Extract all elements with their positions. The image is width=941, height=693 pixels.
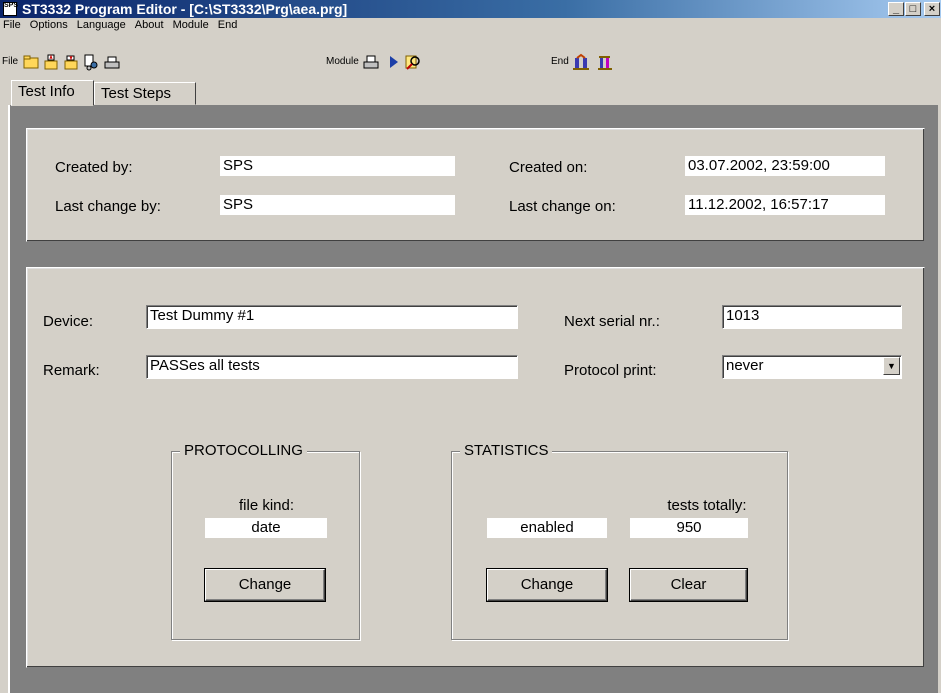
title-bar[interactable]: SPS ST3332 Program Editor - [C:\ST3332\P…: [0, 0, 941, 18]
toolbar-module-label: Module: [326, 56, 359, 67]
toolbar: File Module End: [0, 34, 941, 80]
protocolling-title: PROTOCOLLING: [180, 442, 307, 459]
statistics-change-button[interactable]: Change: [487, 569, 607, 601]
menu-language[interactable]: Language: [74, 18, 129, 32]
menu-bar: File Options Language About Module End: [0, 18, 941, 34]
created-on-label: Created on:: [509, 159, 588, 176]
protocol-print-select[interactable]: never ▼: [722, 355, 902, 379]
menu-options[interactable]: Options: [27, 18, 71, 32]
protocol-print-value: never: [726, 357, 764, 374]
file-kind-field: date: [205, 518, 327, 538]
window-title: ST3332 Program Editor - [C:\ST3332\Prg\a…: [22, 1, 348, 17]
maximize-button[interactable]: □: [905, 2, 921, 16]
statistics-clear-button[interactable]: Clear: [630, 569, 747, 601]
last-change-by-field: SPS: [220, 195, 455, 215]
menu-file[interactable]: File: [0, 18, 24, 32]
minimize-button[interactable]: _: [888, 2, 904, 16]
file-kind-label: file kind:: [238, 497, 295, 514]
last-change-on-label: Last change on:: [509, 198, 616, 215]
toolbar-end-label: End: [551, 56, 569, 67]
main-panel: Device: Test Dummy #1 Remark: PASSes all…: [26, 267, 925, 668]
toolbar-file-label: File: [2, 56, 19, 67]
device-label: Device:: [43, 313, 94, 330]
last-change-on-field: 11.12.2002, 16:57:17: [685, 195, 885, 215]
statistics-state-field: enabled: [487, 518, 607, 538]
protocol-print-label: Protocol print:: [564, 362, 657, 379]
statistics-group: STATISTICS tests totally: enabled 950 Ch…: [451, 442, 788, 640]
tab-test-info[interactable]: Test Info: [11, 80, 94, 106]
tab-test-steps[interactable]: Test Steps: [94, 82, 196, 105]
remark-label: Remark:: [43, 362, 100, 379]
device-input[interactable]: Test Dummy #1: [146, 305, 518, 329]
settings-file-icon[interactable]: [82, 53, 100, 71]
menu-end[interactable]: End: [215, 18, 241, 32]
created-on-field: 03.07.2002, 23:59:00: [685, 156, 885, 176]
tests-totally-field: 950: [630, 518, 748, 538]
menu-module[interactable]: Module: [170, 18, 212, 32]
menu-about[interactable]: About: [132, 18, 167, 32]
exit-door-small-icon[interactable]: [596, 53, 614, 71]
info-panel: Created by: SPS Last change by: SPS Crea…: [26, 128, 925, 242]
next-serial-label: Next serial nr.:: [564, 313, 660, 330]
created-by-label: Created by:: [55, 159, 133, 176]
exit-door-icon[interactable]: [572, 53, 590, 71]
protocolling-change-button[interactable]: Change: [205, 569, 325, 601]
module-print-icon[interactable]: [362, 53, 380, 71]
protocolling-group: PROTOCOLLING file kind: date Change: [171, 442, 360, 640]
chevron-down-icon[interactable]: ▼: [883, 357, 900, 375]
statistics-title: STATISTICS: [460, 442, 553, 459]
print-icon[interactable]: [103, 53, 121, 71]
close-button[interactable]: ×: [924, 2, 940, 16]
last-change-by-label: Last change by:: [55, 198, 161, 215]
next-serial-input[interactable]: 1013: [722, 305, 902, 329]
remark-input[interactable]: PASSes all tests: [146, 355, 518, 379]
new-file-icon[interactable]: [22, 53, 40, 71]
search-icon[interactable]: [404, 53, 422, 71]
app-icon[interactable]: SPS: [3, 2, 18, 16]
run-icon[interactable]: [384, 53, 402, 71]
open-file-icon[interactable]: [42, 53, 60, 71]
created-by-field: SPS: [220, 156, 455, 176]
save-file-icon[interactable]: [62, 53, 80, 71]
tests-totally-label: tests totally:: [667, 497, 747, 514]
